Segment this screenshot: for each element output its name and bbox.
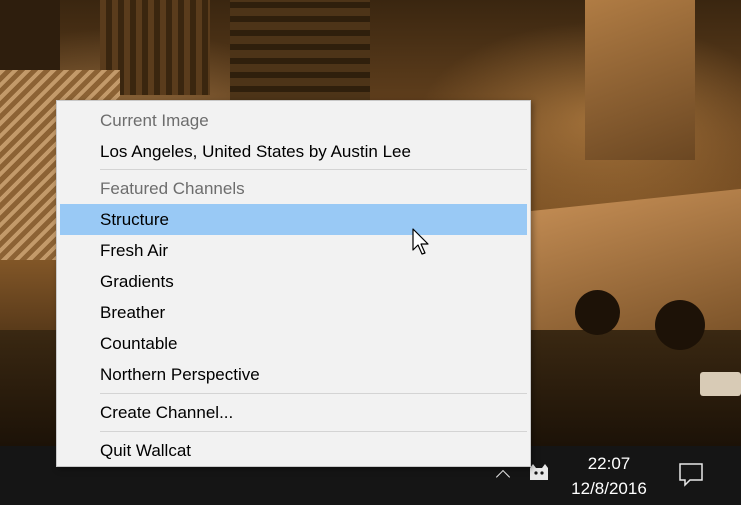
clock-time: 22:07 [587, 454, 631, 473]
current-image-title-item[interactable]: Los Angeles, United States by Austin Lee [60, 136, 527, 167]
channel-item-breather[interactable]: Breather [60, 297, 527, 328]
wallpaper-bus [700, 372, 741, 396]
channel-item-structure[interactable]: Structure [60, 204, 527, 235]
wallcat-context-menu: Current Image Los Angeles, United States… [56, 100, 531, 467]
wallpaper-building [585, 0, 695, 160]
wallpaper-building [0, 0, 60, 80]
channel-item-gradients[interactable]: Gradients [60, 266, 527, 297]
menu-separator [100, 393, 527, 394]
wallpaper-tree [655, 300, 705, 350]
menu-separator [100, 169, 527, 170]
channel-item-northern-perspective[interactable]: Northern Perspective [60, 359, 527, 390]
quit-wallcat-item[interactable]: Quit Wallcat [60, 435, 527, 466]
clock-date: 12/8/2016 [571, 479, 647, 498]
notification-icon[interactable] [676, 460, 706, 490]
create-channel-item[interactable]: Create Channel... [60, 397, 527, 428]
taskbar-clock[interactable]: 22:07 12/8/2016 [560, 451, 658, 503]
menu-separator [100, 431, 527, 432]
current-image-header: Current Image [100, 111, 209, 130]
channel-item-countable[interactable]: Countable [60, 328, 527, 359]
channel-item-fresh-air[interactable]: Fresh Air [60, 235, 527, 266]
featured-channels-header: Featured Channels [100, 179, 245, 198]
wallpaper-tree [575, 290, 620, 335]
mouse-cursor-icon [412, 228, 432, 258]
wallpaper-building [230, 0, 370, 100]
